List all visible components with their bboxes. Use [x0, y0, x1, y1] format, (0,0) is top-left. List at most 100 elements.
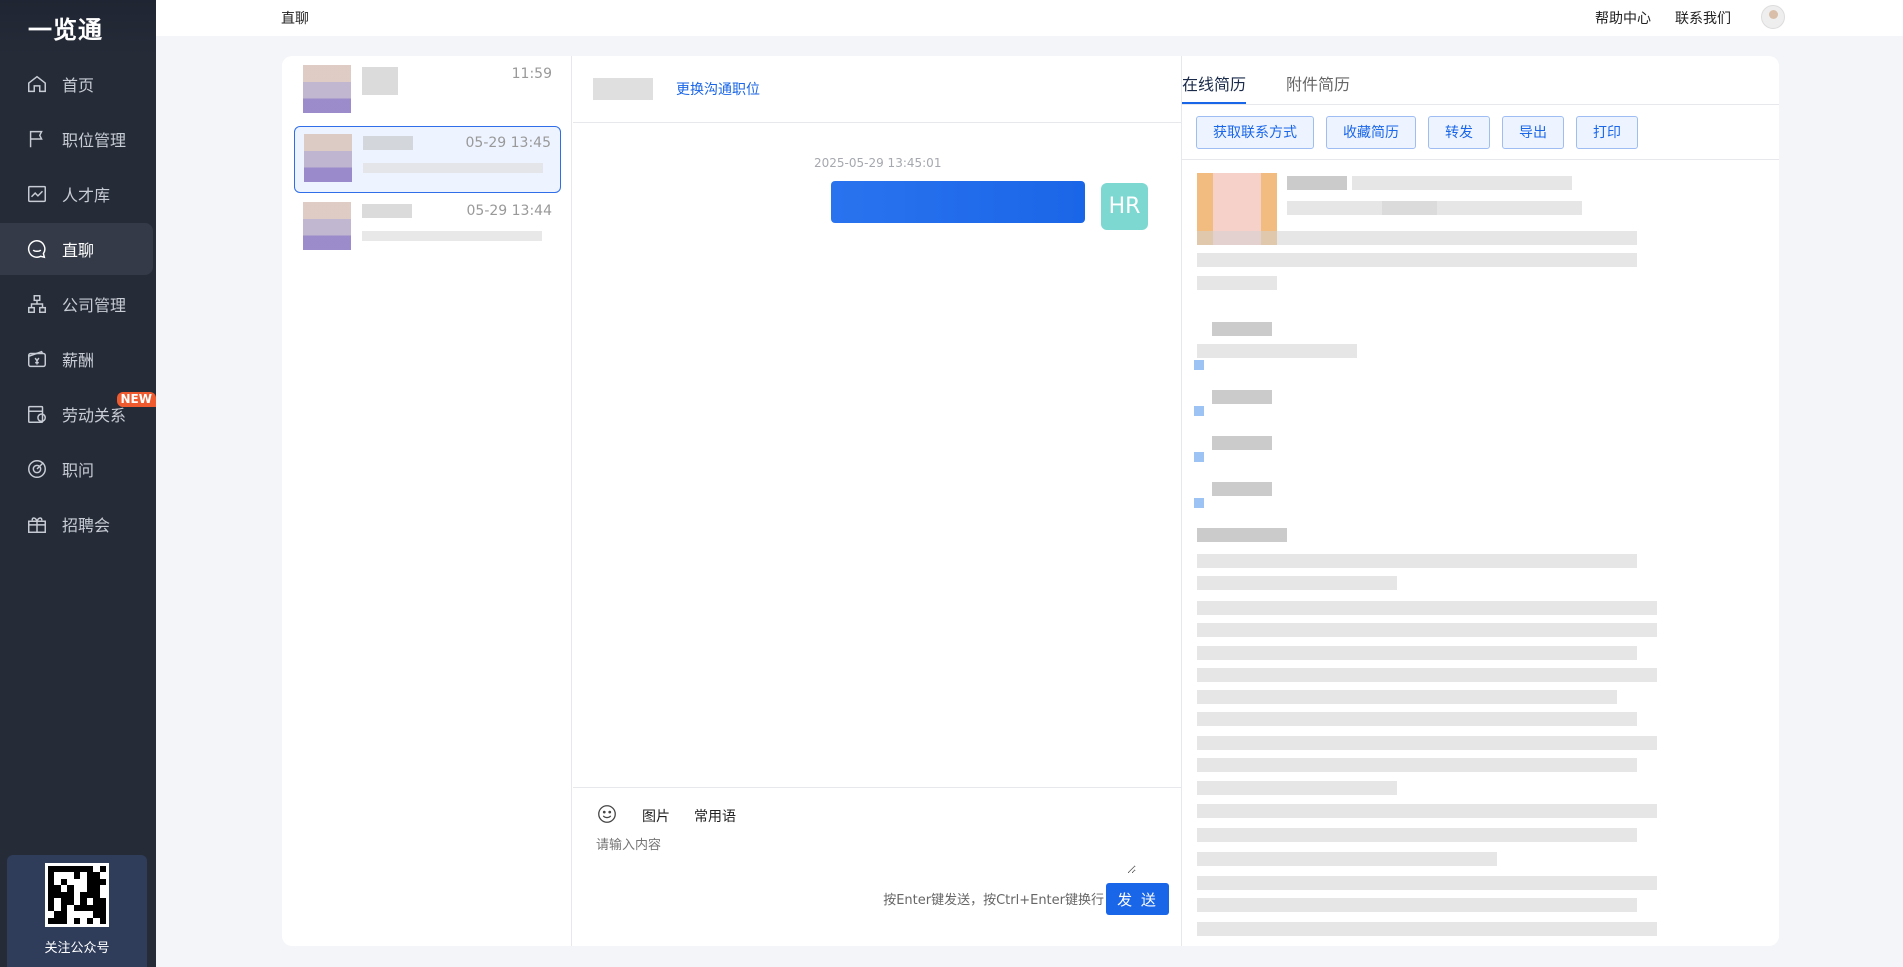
conversation-time: 11:59: [511, 66, 552, 82]
contact-us-link[interactable]: 联系我们: [1675, 8, 1731, 28]
export-button[interactable]: 导出: [1502, 115, 1564, 149]
app-logo: 一览通: [0, 0, 156, 55]
candidate-name-redacted: [362, 67, 398, 95]
user-avatar[interactable]: [1761, 5, 1785, 29]
sidebar-item-label: 公司管理: [62, 296, 127, 315]
hr-avatar: HR: [1101, 183, 1148, 230]
message-preview-redacted: [362, 231, 542, 241]
sidebar-item-ask[interactable]: 职问: [0, 443, 156, 495]
sidebar-item-label: 首页: [62, 76, 95, 95]
redacted-line: [1382, 201, 1582, 215]
redacted-line: [1197, 253, 1637, 267]
contract-icon: [26, 403, 48, 425]
flag-icon: [26, 128, 48, 150]
sidebar-nav: 首页 职位管理 人才库 直聊 公司管理 薪酬 劳动关系 NEW 职问 招聘会: [0, 58, 156, 550]
sidebar-item-chat[interactable]: 直聊: [0, 223, 153, 275]
conversation-item[interactable]: 05-29 13:44: [294, 195, 561, 262]
redacted-line: [1212, 390, 1272, 404]
redacted-line: [1197, 231, 1637, 245]
wallet-icon: [26, 348, 48, 370]
sidebar-item-label: 薪酬: [62, 351, 95, 370]
sidebar-item-label: 人才库: [62, 186, 111, 205]
conversation-time: 05-29 13:44: [466, 203, 552, 219]
redacted-line: [1197, 781, 1397, 795]
candidate-avatar: [303, 65, 351, 113]
message-preview-redacted: [363, 163, 543, 173]
conversation-list: 11:59 05-29 13:45 05-29 13:44: [282, 56, 572, 946]
follow-account-label: 关注公众号: [44, 941, 110, 956]
new-badge: NEW: [116, 392, 156, 407]
sidebar-item-label: 直聊: [62, 241, 95, 260]
qr-code-icon: [45, 863, 109, 927]
message-input[interactable]: [596, 834, 1136, 874]
conversation-item[interactable]: 11:59: [294, 58, 561, 125]
get-contact-button[interactable]: 获取联系方式: [1196, 115, 1314, 149]
tab-attachment-resume[interactable]: 附件简历: [1286, 56, 1350, 104]
redacted-line: [1352, 176, 1572, 190]
resume-panel: 在线简历 附件简历 获取联系方式 收藏简历 转发 导出 打印: [1181, 56, 1779, 946]
print-button[interactable]: 打印: [1576, 115, 1638, 149]
sidebar-item-company[interactable]: 公司管理: [0, 278, 156, 330]
sidebar-item-label: 招聘会: [62, 516, 111, 535]
redacted-line: [1212, 322, 1272, 336]
home-icon: [26, 73, 48, 95]
switch-position-link[interactable]: 更换沟通职位: [676, 79, 760, 99]
sidebar-item-home[interactable]: 首页: [0, 58, 156, 110]
image-button[interactable]: 图片: [642, 806, 670, 826]
message-composer: 图片 常用语 按Enter键发送，按Ctrl+Enter键换行 发 送: [573, 787, 1181, 946]
conversation-time: 05-29 13:45: [465, 135, 551, 151]
section-marker-icon: [1194, 406, 1204, 416]
chat-card: 11:59 05-29 13:45 05-29 13:44 更换沟通职位 202…: [282, 56, 1779, 946]
send-button[interactable]: 发 送: [1106, 883, 1169, 915]
redacted-line: [1197, 922, 1657, 936]
redacted-line: [1197, 828, 1637, 842]
redacted-line: [1197, 852, 1497, 866]
emoji-icon[interactable]: [596, 803, 618, 829]
redacted-line: [1197, 804, 1657, 818]
conversation-item-active[interactable]: 05-29 13:45: [294, 126, 561, 193]
section-marker-icon: [1194, 360, 1204, 370]
sidebar-item-talent[interactable]: 人才库: [0, 168, 156, 220]
sidebar: 一览通 首页 职位管理 人才库 直聊 公司管理 薪酬 劳动关系 NEW 职问 招…: [0, 0, 156, 967]
topbar-links: 帮助中心 联系我们: [1595, 8, 1779, 28]
sidebar-item-label: 职问: [62, 461, 95, 480]
chat-header: 更换沟通职位: [573, 56, 1181, 123]
chat-icon: [26, 238, 48, 260]
redacted-line: [1197, 712, 1637, 726]
sidebar-item-label: 劳动关系: [62, 406, 127, 425]
redacted-line: [1197, 690, 1617, 704]
sidebar-item-jobs[interactable]: 职位管理: [0, 113, 156, 165]
forward-button[interactable]: 转发: [1428, 115, 1490, 149]
redacted-line: [1197, 276, 1277, 290]
redacted-line: [1197, 646, 1637, 660]
follow-account-card[interactable]: 关注公众号: [7, 855, 147, 967]
tab-online-resume[interactable]: 在线简历: [1182, 56, 1247, 104]
redacted-line: [1197, 876, 1657, 890]
candidate-name-redacted: [593, 78, 653, 100]
sidebar-item-labor[interactable]: 劳动关系 NEW: [0, 388, 156, 440]
redacted-line: [1197, 898, 1637, 912]
candidate-avatar: [304, 134, 352, 182]
chat-panel: 更换沟通职位 2025-05-29 13:45:01 HR 图片 常用语 按En…: [573, 56, 1181, 946]
redacted-line: [1197, 668, 1657, 682]
redacted-line: [1197, 736, 1657, 750]
redacted-line: [1197, 528, 1287, 542]
section-marker-icon: [1194, 452, 1204, 462]
redacted-line: [1197, 344, 1357, 358]
candidate-name-redacted: [362, 204, 412, 218]
sidebar-item-salary[interactable]: 薪酬: [0, 333, 156, 385]
message-timestamp: 2025-05-29 13:45:01: [814, 156, 942, 170]
candidate-avatar: [303, 202, 351, 250]
composer-toolbar: 图片 常用语: [596, 803, 736, 829]
topbar: 直聊 帮助中心 联系我们: [156, 0, 1903, 36]
org-icon: [26, 293, 48, 315]
redacted-line: [1197, 623, 1657, 637]
sidebar-item-label: 职位管理: [62, 131, 127, 150]
send-hint: 按Enter键发送，按Ctrl+Enter键换行: [883, 893, 1104, 908]
redacted-line: [1197, 576, 1397, 590]
favorite-resume-button[interactable]: 收藏简历: [1326, 115, 1416, 149]
sidebar-item-fair[interactable]: 招聘会: [0, 498, 156, 550]
common-phrases-button[interactable]: 常用语: [694, 806, 736, 826]
help-center-link[interactable]: 帮助中心: [1595, 8, 1651, 28]
gift-icon: [26, 513, 48, 535]
